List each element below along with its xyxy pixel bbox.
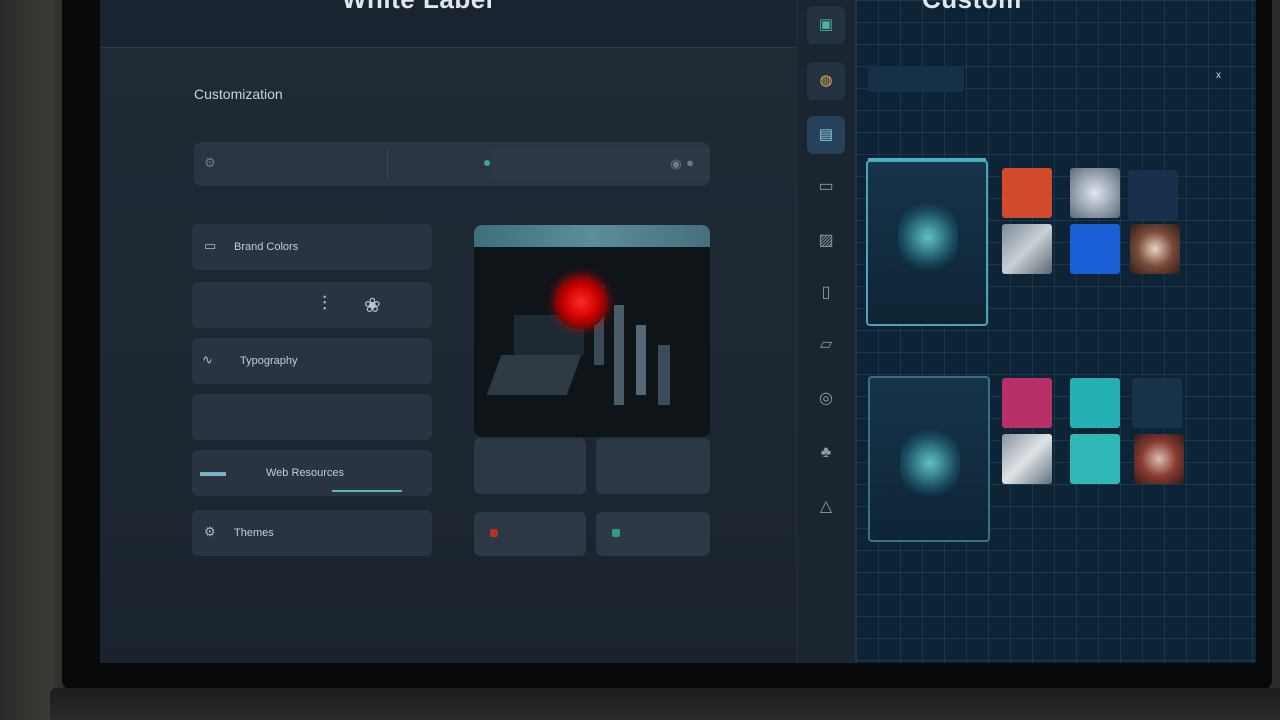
laptop-screen: White Label Customization ⚙ ◉ ● ▭ Brand … xyxy=(100,0,1256,663)
action-button-a[interactable] xyxy=(474,512,586,556)
search-bar[interactable]: ⚙ ◉ ● xyxy=(194,142,710,186)
option-card-a[interactable] xyxy=(474,438,586,494)
rail-card-icon[interactable]: ▭ xyxy=(811,172,841,202)
nav-rail: ▣ ◍ ▤ ▭ ▨ ▯ ▱ ◎ ♣ △ xyxy=(796,0,856,663)
toolbar-tab[interactable] xyxy=(868,66,964,92)
tile-magenta-icon[interactable] xyxy=(1002,378,1052,428)
search-divider xyxy=(387,148,388,180)
menu-item-web-resources[interactable]: ▬▬ Web Resources xyxy=(192,450,432,496)
menu-item-label: Brand Colors xyxy=(234,241,299,253)
rail-doc-icon[interactable]: ▯ xyxy=(811,278,841,308)
search-icon: ⚙ xyxy=(204,155,216,170)
machine-column xyxy=(658,345,670,405)
laptop-base xyxy=(50,688,1280,720)
rail-link-icon[interactable]: ◎ xyxy=(811,384,841,414)
rail-warning-icon[interactable]: △ xyxy=(811,492,841,522)
active-underline xyxy=(332,490,402,492)
menu-item-label: Typography xyxy=(240,355,298,367)
white-label-panel: White Label Customization ⚙ ◉ ● ▭ Brand … xyxy=(100,0,796,663)
close-icon[interactable]: x xyxy=(1216,70,1221,81)
menu-item-fonts[interactable] xyxy=(192,394,432,440)
rail-home-icon[interactable]: ▣ xyxy=(807,6,845,44)
tile-device-icon[interactable] xyxy=(1002,434,1052,484)
tile-avatar-icon[interactable] xyxy=(1130,224,1180,274)
panel-title-custom: Custom xyxy=(922,0,1022,15)
rail-active-icon[interactable]: ▤ xyxy=(807,116,845,154)
hologram-graphic xyxy=(898,202,958,272)
tile-blank-icon[interactable] xyxy=(1128,170,1178,220)
menu-item-typography[interactable]: ∿ Typography xyxy=(192,338,432,384)
tile-cyan-2-icon[interactable] xyxy=(1070,434,1120,484)
option-card-b[interactable] xyxy=(596,438,710,494)
machine-base xyxy=(486,355,582,395)
status-dot xyxy=(484,160,490,166)
rail-image-icon[interactable]: ▨ xyxy=(811,226,841,256)
tile-doc-icon[interactable] xyxy=(1132,378,1182,428)
hologram-graphic xyxy=(900,428,960,498)
bars-glyph-icon: ⫶ xyxy=(322,293,327,315)
search-input[interactable]: ◉ xyxy=(490,146,710,182)
custom-panel: Custom x xyxy=(856,0,1256,663)
preview-card-1[interactable] xyxy=(866,160,988,326)
menu-item-brand-colors[interactable]: ▭ Brand Colors xyxy=(192,224,432,270)
green-dot-icon xyxy=(612,529,620,537)
panel-title-white-label: White Label xyxy=(342,0,493,15)
waveform-icon: ∿ xyxy=(202,352,213,367)
preview-image-card[interactable] xyxy=(474,225,710,437)
tile-blue-icon[interactable] xyxy=(1070,224,1120,274)
left-header: White Label xyxy=(100,0,796,48)
tile-cyan-icon[interactable] xyxy=(1070,378,1120,428)
red-dot-icon xyxy=(490,529,498,537)
settings-icon[interactable]: ● xyxy=(682,155,698,171)
link-icon: ❀ xyxy=(364,295,381,317)
active-accent-bar xyxy=(868,158,986,161)
tile-photo-icon[interactable] xyxy=(1002,224,1052,274)
section-title: Customization xyxy=(194,86,283,102)
palette-icon: ▭ xyxy=(204,238,217,253)
bars-icon: ▬▬ xyxy=(200,464,226,479)
menu-item-label: Themes xyxy=(234,527,274,539)
action-button-b[interactable] xyxy=(596,512,710,556)
rail-alert-icon[interactable]: ◍ xyxy=(807,62,845,100)
machine-column xyxy=(636,325,646,395)
machine-column xyxy=(614,305,624,405)
menu-item-themes[interactable]: ⚙ Themes xyxy=(192,510,432,556)
preview-card-2[interactable] xyxy=(868,376,990,542)
rail-folder-icon[interactable]: ▱ xyxy=(811,330,841,360)
rail-users-icon[interactable]: ♣ xyxy=(811,438,841,468)
menu-item-logo[interactable]: ⫶ ❀ xyxy=(192,282,432,328)
gear-icon: ⚙ xyxy=(204,524,216,539)
tile-portrait-icon[interactable] xyxy=(1070,168,1120,218)
menu-item-label: Web Resources xyxy=(266,467,345,479)
tile-orange-icon[interactable] xyxy=(1002,168,1052,218)
red-seal-icon xyxy=(554,275,608,329)
card-header-strip xyxy=(474,225,710,247)
tile-avatar-2-icon[interactable] xyxy=(1134,434,1184,484)
